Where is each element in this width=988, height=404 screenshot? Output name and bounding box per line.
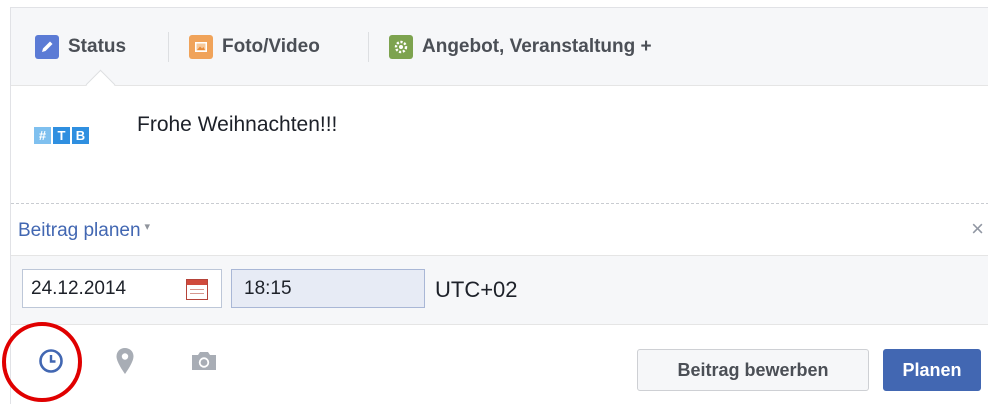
tab-divider — [368, 32, 369, 62]
tab-status-label: Status — [68, 36, 127, 57]
date-field[interactable] — [22, 269, 222, 308]
tab-offer-event-label: Angebot, Veranstaltung + — [422, 36, 652, 57]
photo-icon — [189, 35, 213, 59]
caret-down-icon: ▾ — [144, 221, 151, 233]
tab-photo-video[interactable]: Foto/Video — [189, 34, 320, 60]
post-composer: Status Foto/Video Angebot, Veranstaltung… — [2, 7, 988, 404]
post-text[interactable]: Frohe Weihnachten!!! — [137, 113, 337, 137]
tab-status[interactable]: Status — [35, 34, 126, 60]
avatar: # T B — [34, 127, 89, 144]
schedule-button[interactable]: Planen — [883, 349, 981, 391]
tab-photo-video-label: Foto/Video — [222, 36, 320, 57]
schedule-row: UTC+02 — [11, 255, 988, 325]
calendar-icon[interactable] — [186, 279, 208, 300]
location-pin-icon[interactable] — [107, 343, 143, 379]
post-body[interactable]: # T B Frohe Weihnachten!!! — [11, 86, 988, 203]
settings-icon — [389, 35, 413, 59]
time-input[interactable] — [244, 278, 414, 300]
tab-divider — [168, 32, 169, 62]
clock-icon[interactable] — [33, 343, 69, 379]
composer-footer: Beitrag bewerben Planen — [2, 322, 988, 404]
camera-icon[interactable] — [186, 343, 222, 379]
pencil-icon — [35, 35, 59, 59]
schedule-dropdown[interactable]: Beitrag planen ▾ — [18, 220, 150, 242]
promote-post-button[interactable]: Beitrag bewerben — [637, 349, 869, 391]
time-field[interactable] — [231, 269, 425, 308]
timezone-label: UTC+02 — [435, 277, 518, 302]
composer-tabbar: Status Foto/Video Angebot, Veranstaltung… — [11, 8, 988, 86]
date-input[interactable] — [31, 278, 171, 300]
avatar-b: B — [72, 127, 89, 144]
schedule-divider — [11, 203, 988, 204]
schedule-label: Beitrag planen — [18, 220, 141, 241]
avatar-hash: # — [34, 127, 51, 144]
tab-offer-event[interactable]: Angebot, Veranstaltung + — [389, 34, 652, 60]
close-icon[interactable]: × — [971, 216, 984, 242]
avatar-t: T — [53, 127, 70, 144]
